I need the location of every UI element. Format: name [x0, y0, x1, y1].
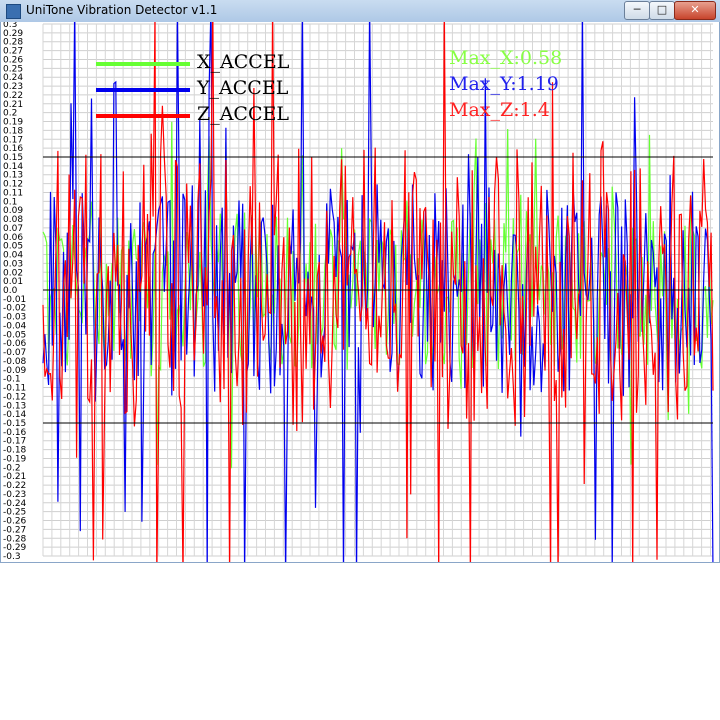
app-icon — [6, 4, 21, 19]
legend-swatch-y — [96, 88, 190, 92]
maximize-button[interactable]: □ — [649, 1, 675, 20]
vibration-plot: 0.3 0.29 0.28 0.27 0.26 0.25 0.24 0.23 0.22 0.21 0… — [0, 22, 720, 563]
app-window: UniTone Vibration Detector v1.1 ─ □ ✕ 0.… — [0, 0, 720, 563]
legend-label-y: Y_ACCEL — [197, 77, 289, 99]
title-bar[interactable]: UniTone Vibration Detector v1.1 ─ □ ✕ — [0, 0, 720, 23]
legend-label-z: Z_ACCEL — [197, 103, 289, 125]
window-title: UniTone Vibration Detector v1.1 — [26, 3, 218, 17]
max-y-readout: Max_Y:1.19 — [449, 73, 559, 95]
max-x-readout: Max_X:0.58 — [449, 47, 563, 69]
legend-label-x: X_ACCEL — [197, 51, 290, 73]
close-button[interactable]: ✕ — [674, 1, 716, 20]
vibration-chart-svg: 0.30.290.280.270.260.250.240.230.220.210… — [3, 22, 714, 562]
y-tick-label: -0.3 — [3, 552, 21, 562]
legend-swatch-z — [96, 114, 190, 118]
minimize-button[interactable]: ─ — [624, 1, 650, 20]
max-z-readout: Max_Z:1.4 — [449, 99, 550, 121]
legend-swatch-x — [96, 62, 190, 66]
